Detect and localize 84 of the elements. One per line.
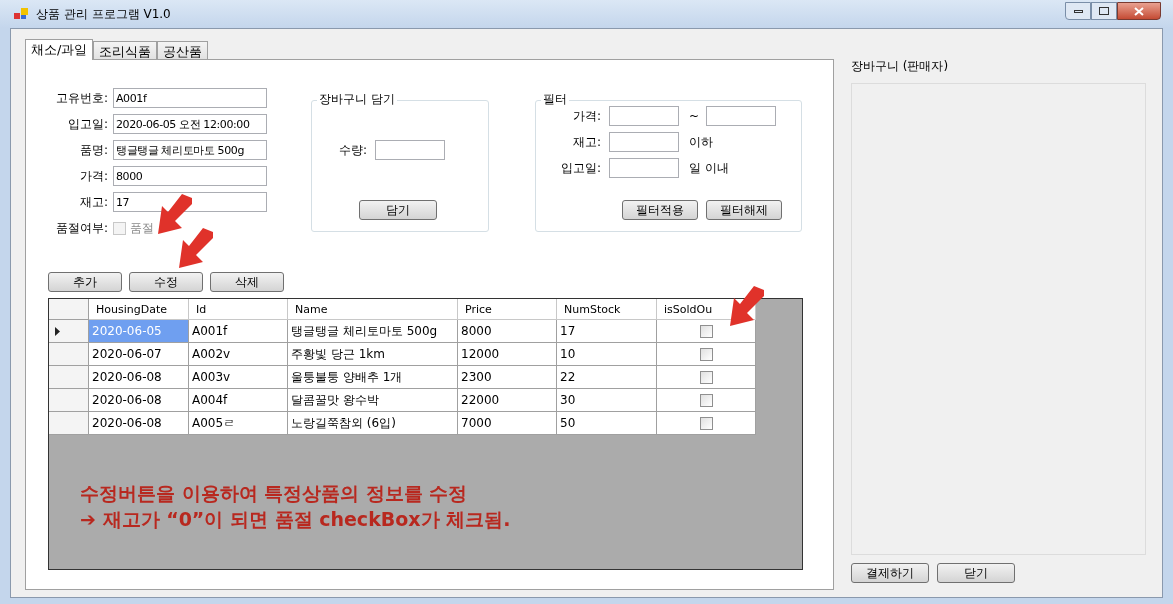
checkbox[interactable] (699, 347, 713, 361)
arrow-icon (177, 228, 215, 270)
table-cell: A005ㄹ (189, 412, 288, 435)
field-label: 품명: (78, 142, 108, 159)
tab[interactable]: 채소/과일 (25, 39, 94, 60)
stock-field[interactable] (609, 132, 679, 152)
field-label: 입고일: (559, 160, 601, 177)
table-cell: 10 (557, 343, 657, 366)
column-header[interactable]: NumStock (557, 299, 657, 320)
action-button[interactable]: 삭제 (210, 272, 284, 292)
filter-button[interactable]: 필터해제 (706, 200, 782, 220)
table-cell: 탱글탱글 체리토마토 500g (288, 320, 458, 343)
table-cell: 2020-06-08 (89, 412, 189, 435)
days-field[interactable] (609, 158, 679, 178)
app-icon (14, 8, 28, 20)
table-cell: 50 (557, 412, 657, 435)
checkbox[interactable] (699, 416, 713, 430)
column-header[interactable]: Name (288, 299, 458, 320)
checkbox-label: 품절 (130, 220, 154, 237)
table-cell: 2300 (458, 366, 557, 389)
arrow-icon (156, 194, 194, 236)
field-label: 재고: (571, 134, 601, 151)
checkbox[interactable] (699, 393, 713, 407)
table-cell: A004f (189, 389, 288, 412)
table-cell: 8000 (458, 320, 557, 343)
table-cell: 달콤꿀맛 왕수박 (288, 389, 458, 412)
quantity-field[interactable] (375, 140, 446, 160)
table-cell: A001f (189, 320, 288, 343)
checkbox[interactable] (699, 370, 713, 384)
table-cell: A003v (189, 366, 288, 389)
field-label: 품절여부: (54, 220, 108, 237)
table-cell: 22000 (458, 389, 557, 412)
annotation-text: ➔ 재고가 “0”이 되면 품절 checkBox가 체크됨. (80, 507, 512, 532)
cart-button[interactable]: 닫기 (937, 563, 1015, 583)
window-title: 상품 관리 프로그램 V1.0 (36, 6, 171, 23)
action-button[interactable]: 수정 (129, 272, 203, 292)
table-cell: 2020-06-08 (89, 366, 189, 389)
table-cell: A002v (189, 343, 288, 366)
table-cell: 30 (557, 389, 657, 412)
field-label: 고유번호: (54, 90, 108, 107)
table-cell: 2020-06-08 (89, 389, 189, 412)
text-field[interactable]: 2020-06-05 오전 12:00:00 (113, 114, 267, 134)
table-cell: 2020-06-07 (89, 343, 189, 366)
arrow-icon (728, 286, 766, 328)
checkbox[interactable] (699, 324, 713, 338)
maximize-button[interactable] (1091, 2, 1117, 20)
min-price-field[interactable] (609, 106, 679, 126)
table-cell: 17 (557, 320, 657, 343)
field-label: 수량: (339, 142, 368, 159)
table-cell: 12000 (458, 343, 557, 366)
minimize-button[interactable] (1065, 2, 1091, 20)
text-field[interactable]: 17 (113, 192, 267, 212)
close-icon (1134, 6, 1144, 16)
table-cell: 주황빛 당근 1km (288, 343, 458, 366)
table-cell: 노랑길쭉참외 (6입) (288, 412, 458, 435)
table-cell: 울퉁불퉁 양배추 1개 (288, 366, 458, 389)
table-cell: 22 (557, 366, 657, 389)
tab[interactable]: 공산품 (157, 41, 209, 59)
column-header[interactable]: Price (458, 299, 557, 320)
annotation-text: 수정버튼을 이용하여 특정상품의 정보를 수정 (80, 481, 469, 506)
text-field[interactable]: A001f (113, 88, 267, 108)
field-label: 입고일: (66, 116, 108, 133)
text-field[interactable]: 8000 (113, 166, 267, 186)
column-header[interactable]: Id (189, 299, 288, 320)
filter-button[interactable]: 필터적용 (622, 200, 698, 220)
row-header[interactable] (49, 320, 89, 343)
field-label: 가격: (78, 168, 108, 185)
field-suffix: 이하 (689, 134, 713, 151)
column-header[interactable]: HousingDate (89, 299, 189, 320)
table-cell: 2020-06-05 (89, 320, 189, 343)
close-button[interactable] (1117, 2, 1161, 20)
text-field[interactable]: 탱글탱글 체리토마토 500g (113, 140, 267, 160)
add-to-cart-button[interactable]: 담기 (359, 200, 437, 220)
action-button[interactable]: 추가 (48, 272, 122, 292)
range-separator: ~ (689, 108, 701, 125)
max-price-field[interactable] (706, 106, 776, 126)
field-suffix: 일 이내 (689, 160, 729, 177)
field-label: 재고: (78, 194, 108, 211)
table-cell: 7000 (458, 412, 557, 435)
current-row-icon (55, 326, 60, 336)
cart-button[interactable]: 결제하기 (851, 563, 929, 583)
field-label: 가격: (571, 108, 601, 125)
panel-title: 장바구니 (판매자) (851, 58, 950, 75)
tab[interactable]: 조리식품 (93, 41, 158, 59)
